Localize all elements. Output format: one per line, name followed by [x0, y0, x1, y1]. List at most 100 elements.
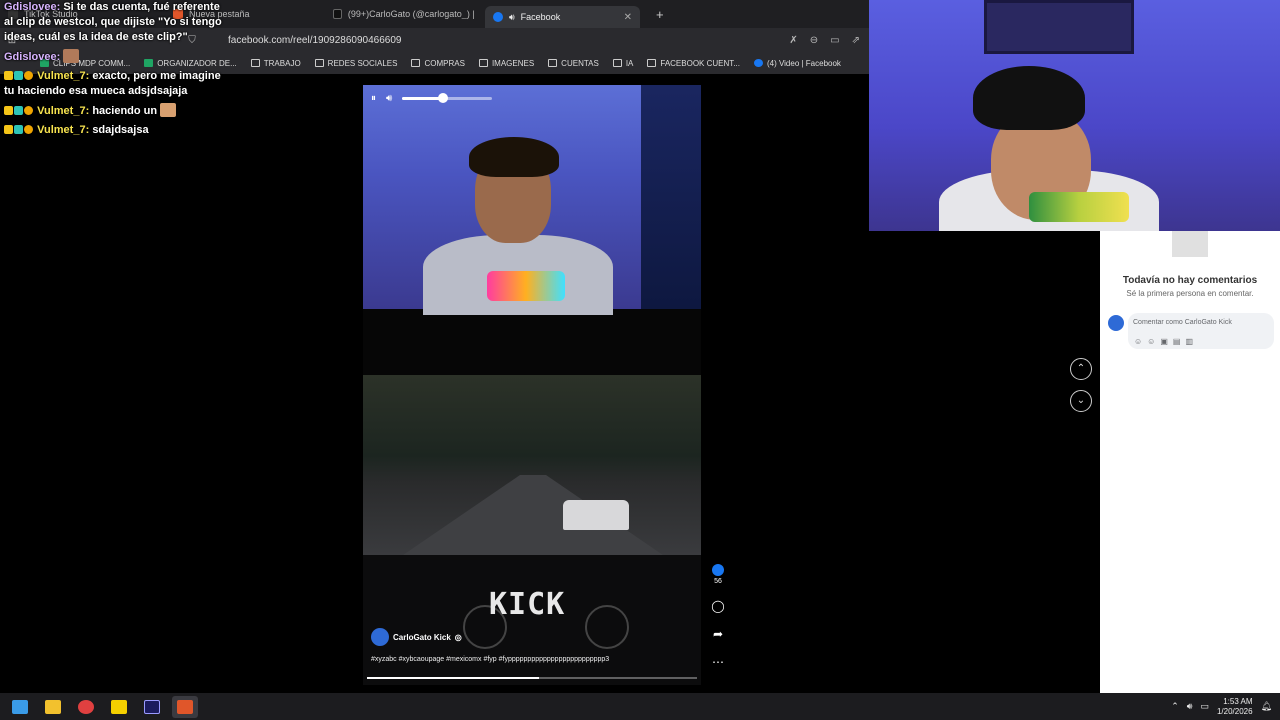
avatar[interactable] — [371, 628, 389, 646]
like-count: 56 — [714, 578, 722, 585]
tab-tiktok-profile[interactable]: (99+)CarloGato (@carlogato_) | TikTo — [325, 3, 485, 25]
brave-logo — [177, 699, 193, 714]
more-options-icon[interactable]: ⋯ — [712, 655, 724, 669]
new-tab-button[interactable]: + — [656, 7, 664, 22]
speaker-icon[interactable]: 🔊︎ — [1187, 701, 1193, 712]
file-explorer-icon[interactable] — [40, 696, 66, 718]
video-progress-bar[interactable] — [367, 677, 697, 679]
brave-icon[interactable] — [172, 695, 198, 718]
facebook-icon — [753, 59, 763, 67]
chat-username: Vulmet_7 — [37, 105, 86, 117]
kick-logo: KICK — [489, 587, 566, 622]
next-reel-button[interactable]: ⌄ — [1070, 390, 1092, 412]
windows-logo — [12, 699, 28, 714]
chat-text: sdajdsajsa — [92, 124, 149, 136]
folder-icon — [45, 699, 61, 714]
comment-tools-icons[interactable]: ☺☺▣▤▥ — [1134, 337, 1198, 346]
tab-label: Facebook — [520, 12, 561, 22]
comments-panel: Todavía no hay comentarios Sé la primera… — [1100, 231, 1280, 693]
author-name[interactable]: CarloGato Kick — [393, 633, 451, 642]
webcam-overlay — [869, 0, 1280, 231]
car — [563, 500, 629, 530]
bookmark-folder[interactable]: CUENTAS — [548, 59, 599, 68]
folder-icon — [612, 59, 622, 67]
like-button[interactable]: 56 — [712, 564, 724, 585]
bookmark-item[interactable]: (4) Video | Facebook — [753, 59, 841, 68]
pause-icon[interactable]: ⏸ — [371, 93, 376, 104]
clock-date: 1/20/2026 — [1216, 706, 1253, 716]
system-tray: ⌃ 🔊︎ ▭ 1:53 AM 1/20/2026 🔔︎ — [1171, 697, 1280, 717]
screen: TikTok Studio Nueva pestaña (99+)CarloGa… — [0, 0, 1280, 720]
crown-badge-icon — [4, 71, 13, 80]
chat-message: Vulmet_7: sdajdsajsa — [4, 123, 224, 138]
reel-navigation: ⌃ ⌄ — [1070, 358, 1092, 412]
wall-frame — [984, 0, 1134, 54]
tab-label: (99+)CarloGato (@carlogato_) | TikTo — [347, 9, 477, 19]
bookmark-folder[interactable]: IMAGENES — [478, 59, 534, 68]
folder-icon — [411, 59, 421, 67]
stream-chat: Gdislovee: Si te das cuenta, fué referen… — [4, 0, 224, 142]
reel-author[interactable]: CarloGato Kick ◎ — [371, 628, 609, 646]
coin-badge-icon — [24, 71, 33, 80]
emote-icon — [160, 103, 177, 117]
empty-comments-subtitle: Sé la primera persona en comentar. — [1126, 289, 1254, 298]
mute-icon[interactable]: ✗ — [789, 35, 797, 46]
streamer-hat — [973, 66, 1085, 130]
bookmark-folder[interactable]: IA — [612, 59, 633, 68]
bookmark-folder[interactable]: REDES SOCIALES — [314, 59, 397, 68]
previous-reel-button[interactable]: ⌃ — [1070, 358, 1092, 380]
reel-hashtags[interactable]: #xyzabc #xybcaoupage #mexicomx #fyp #fyp… — [371, 656, 609, 663]
start-icon[interactable] — [7, 696, 33, 718]
rgb-microphone — [487, 271, 565, 301]
avatar — [1108, 315, 1124, 331]
tray-chevron-icon[interactable]: ⌃ — [1171, 701, 1179, 712]
volume-slider[interactable] — [402, 93, 493, 103]
streamer-hair — [469, 137, 559, 177]
chrome-logo — [78, 699, 94, 714]
premiere-icon[interactable] — [139, 696, 165, 718]
reel-video[interactable]: ⏸ 🔊︎ KICK CarloGato Kick ◎ #xyzabc #xybc… — [363, 85, 701, 685]
chrome-icon[interactable] — [73, 696, 99, 718]
christmas-tree — [641, 85, 701, 309]
sub-badge-icon — [14, 106, 23, 115]
bookmark-folder[interactable]: TRABAJO — [250, 59, 301, 68]
close-tab-icon[interactable]: ✕ — [624, 12, 632, 23]
tab-facebook[interactable]: 🔊︎ Facebook ✕ — [485, 6, 640, 28]
chat-text: haciendo un — [92, 105, 158, 117]
reel-actions: 56 ◯ ➦ ⋯ — [708, 564, 728, 669]
network-icon[interactable]: ▭ — [1200, 701, 1209, 712]
notification-icon[interactable]: 🔔︎ — [1261, 701, 1272, 712]
zoom-icon[interactable]: ⊖ — [810, 35, 818, 46]
cast-icon[interactable]: ▭ — [830, 35, 839, 46]
folder-icon — [250, 59, 260, 67]
url-field[interactable]: facebook.com/reel/1909286090466609 — [228, 35, 401, 46]
emote-icon — [63, 49, 80, 63]
note-logo — [111, 699, 127, 714]
volume-fill — [402, 97, 443, 100]
streamer-cam: ⏸ 🔊︎ — [363, 85, 701, 315]
chat-message: Vulmet_7: exacto, pero me imagine tu hac… — [4, 69, 224, 99]
clock-time: 1:53 AM — [1223, 696, 1253, 706]
reel-meta: CarloGato Kick ◎ #xyzabc #xybcaoupage #m… — [371, 628, 609, 663]
folder-icon — [548, 59, 558, 67]
speaker-icon: 🔊︎ — [509, 11, 515, 22]
chat-username: Gdislovee — [4, 51, 57, 63]
chat-username: Gdislovee — [4, 1, 57, 13]
clock[interactable]: 1:53 AM 1/20/2026 — [1217, 697, 1253, 717]
sub-badge-icon — [14, 125, 23, 134]
crown-badge-icon — [4, 106, 13, 115]
volume-icon[interactable]: 🔊︎ — [386, 93, 392, 104]
bookmark-folder[interactable]: FACEBOOK CUENT... — [647, 59, 740, 68]
premiere-logo — [144, 699, 160, 714]
share-icon[interactable]: ⇗ — [852, 35, 860, 46]
share-icon[interactable]: ➦ — [713, 627, 723, 641]
comment-icon[interactable]: ◯ — [711, 599, 724, 613]
address-actions: ✗ ⊖ ▭ ⇗ — [789, 35, 870, 46]
empty-comments-title: Todavía no hay comentarios — [1122, 275, 1258, 286]
bookmark-folder[interactable]: COMPRAS — [411, 59, 465, 68]
video-progress-fill — [367, 677, 539, 679]
volume-knob[interactable] — [437, 93, 448, 103]
drag-handle[interactable] — [1172, 231, 1208, 257]
sticky-notes-icon[interactable] — [106, 696, 132, 718]
rgb-microphone — [1029, 192, 1129, 222]
